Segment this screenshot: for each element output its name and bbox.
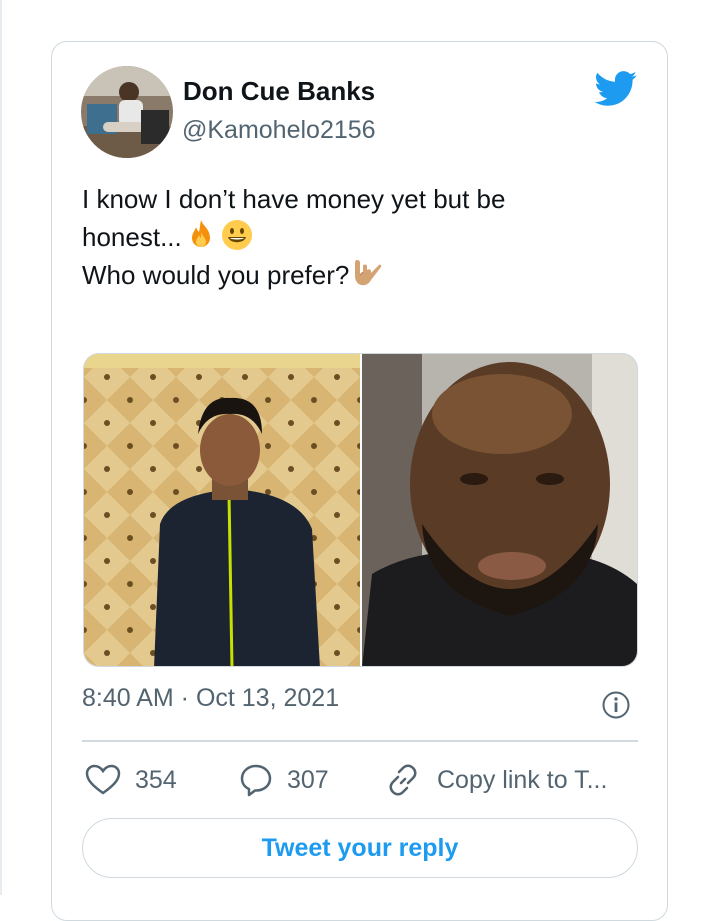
profile-photo-icon [81,66,173,158]
tweet-text: I know I don’t have money yet but be hon… [82,180,642,294]
user-handle[interactable]: @Kamohelo2156 [182,116,376,145]
tweet-your-reply-button[interactable]: Tweet your reply [82,818,638,878]
reply-button[interactable]: 307 [239,758,329,802]
display-name[interactable]: Don Cue Banks [183,76,375,107]
page-edge [0,0,2,895]
like-button[interactable]: 354 [85,758,177,802]
divider [82,740,638,742]
media-grid [83,353,638,667]
grinning-face-emoji-icon [221,220,252,250]
copy-link-label: Copy link to T... [437,765,608,794]
reply-bubble-icon [240,764,272,797]
tweet-line-2-wrapper: honest... [82,218,642,256]
tweet-line-1: I know I don’t have money yet but be [82,184,506,214]
tweet-line-2: honest... [82,222,182,252]
tweet-line-3-wrapper: Who would you prefer? [82,256,642,294]
photo-man-in-black-jacket-icon [84,354,360,666]
link-icon [389,764,417,796]
info-icon[interactable] [601,690,631,720]
twitter-bird-icon[interactable] [594,71,638,107]
tweet-timestamp[interactable]: 8:40 AM · Oct 13, 2021 [82,684,339,713]
avatar[interactable] [81,66,173,158]
tweet-line-3: Who would you prefer? [82,260,350,290]
like-count: 354 [135,765,177,794]
copy-link-button[interactable]: Copy link to T... [383,758,607,802]
photo-bald-bearded-man[interactable] [362,354,637,666]
photo-man-in-black-jacket[interactable] [84,354,360,666]
heart-icon [85,764,121,795]
fire-emoji-icon [191,220,210,247]
reply-count: 307 [287,765,329,794]
photo-bald-bearded-man-icon [362,354,637,666]
love-you-gesture-emoji-icon [355,260,382,286]
